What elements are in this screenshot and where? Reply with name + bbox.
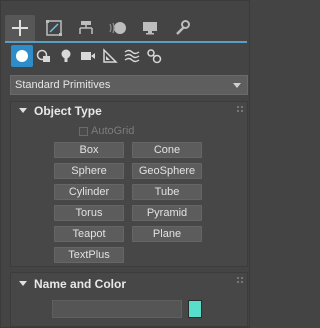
modify-bracket-icon xyxy=(46,20,62,36)
space-warps-icon xyxy=(124,49,140,63)
shapes-icon xyxy=(36,49,50,62)
name-and-color-header[interactable]: Name and Color xyxy=(11,275,247,293)
object-name-input[interactable] xyxy=(52,300,182,318)
sphere-button[interactable]: Sphere xyxy=(54,163,124,179)
motion-icon xyxy=(109,22,126,34)
object-color-swatch[interactable] xyxy=(188,300,202,318)
tab-underline xyxy=(5,41,247,43)
command-panel: Standard Primitives Object Type AutoGrid… xyxy=(0,0,250,328)
tab-modify[interactable] xyxy=(39,15,69,41)
helpers-icon xyxy=(103,48,118,63)
geometry-button[interactable] xyxy=(11,45,33,67)
checkbox-box xyxy=(79,126,88,136)
tab-create[interactable] xyxy=(5,15,35,41)
utilities-wrench-icon xyxy=(176,20,190,35)
tab-motion[interactable] xyxy=(103,15,133,41)
pyramid-button[interactable]: Pyramid xyxy=(132,205,202,221)
drag-grip-icon[interactable] xyxy=(237,106,243,112)
tab-hierarchy[interactable] xyxy=(71,15,101,41)
object-category-toolbar xyxy=(11,45,247,69)
chevron-down-icon xyxy=(233,83,241,88)
lights-button[interactable] xyxy=(55,45,77,67)
lights-icon xyxy=(61,49,71,62)
tab-display[interactable] xyxy=(135,15,165,41)
rollout-title: Name and Color xyxy=(34,277,127,291)
cameras-icon xyxy=(81,52,95,60)
torus-button[interactable]: Torus xyxy=(54,205,124,221)
category-dropdown[interactable]: Standard Primitives xyxy=(10,75,248,95)
plane-button[interactable]: Plane xyxy=(132,226,202,242)
teapot-button[interactable]: Teapot xyxy=(54,226,124,242)
autogrid-label: AutoGrid xyxy=(91,125,135,137)
shapes-button[interactable] xyxy=(33,45,55,67)
plus-create-icon xyxy=(12,20,28,36)
category-dropdown-value: Standard Primitives xyxy=(15,79,111,91)
space-warps-button[interactable] xyxy=(121,45,143,67)
object-type-header[interactable]: Object Type xyxy=(11,102,247,120)
cameras-button[interactable] xyxy=(77,45,99,67)
geometry-icon xyxy=(16,50,28,62)
geosphere-button[interactable]: GeoSphere xyxy=(132,163,202,179)
systems-icon xyxy=(147,49,162,64)
name-and-color-rollout: Name and Color xyxy=(10,272,248,327)
collapse-triangle-icon xyxy=(19,281,27,286)
tube-button[interactable]: Tube xyxy=(132,184,202,200)
display-monitor-icon xyxy=(143,22,157,35)
hierarchy-icon xyxy=(79,21,93,34)
box-button[interactable]: Box xyxy=(54,142,124,158)
drag-grip-icon[interactable] xyxy=(237,277,243,283)
rollout-title: Object Type xyxy=(34,104,102,118)
collapse-triangle-icon xyxy=(19,108,27,113)
autogrid-checkbox[interactable]: AutoGrid xyxy=(79,124,134,138)
command-panel-tabs xyxy=(5,15,249,41)
object-type-rollout: Object Type AutoGrid Box Cone Sphere Geo… xyxy=(10,101,248,267)
cylinder-button[interactable]: Cylinder xyxy=(54,184,124,200)
systems-button[interactable] xyxy=(143,45,165,67)
cone-button[interactable]: Cone xyxy=(132,142,202,158)
tab-utilities[interactable] xyxy=(167,15,197,41)
textplus-button[interactable]: TextPlus xyxy=(54,247,124,263)
helpers-button[interactable] xyxy=(99,45,121,67)
